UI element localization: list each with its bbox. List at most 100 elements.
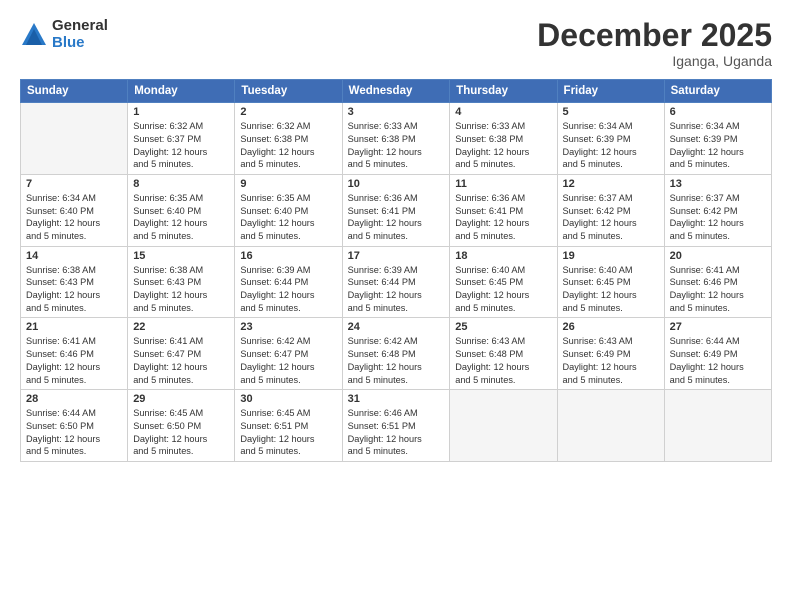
- calendar-header-wednesday: Wednesday: [342, 80, 450, 103]
- calendar-cell: 1 Sunrise: 6:32 AMSunset: 6:37 PMDaylight…: [128, 103, 235, 175]
- day-number: 25: [455, 321, 551, 333]
- calendar-cell: 16 Sunrise: 6:39 AMSunset: 6:44 PMDayligh…: [235, 246, 342, 318]
- calendar-cell: 31 Sunrise: 6:46 AMSunset: 6:51 PMDayligh…: [342, 390, 450, 462]
- day-info: Sunrise: 6:42 AMSunset: 6:48 PMDaylight:…: [348, 335, 445, 386]
- day-number: 23: [240, 321, 336, 333]
- day-number: 15: [133, 250, 229, 262]
- day-info: Sunrise: 6:39 AMSunset: 6:44 PMDaylight:…: [348, 264, 445, 315]
- day-number: 11: [455, 178, 551, 190]
- calendar-cell: 7 Sunrise: 6:34 AMSunset: 6:40 PMDaylight…: [21, 174, 128, 246]
- day-number: 31: [348, 393, 445, 405]
- calendar-cell: 14 Sunrise: 6:38 AMSunset: 6:43 PMDayligh…: [21, 246, 128, 318]
- day-number: 14: [26, 250, 122, 262]
- calendar-cell: 3Sunrise: 6:33 AMSunset: 6:38 PMDaylight…: [342, 103, 450, 175]
- day-info: Sunrise: 6:36 AMSunset: 6:41 PMDaylight:…: [455, 192, 551, 243]
- day-info: Sunrise: 6:37 AMSunset: 6:42 PMDaylight:…: [670, 192, 766, 243]
- day-info: Sunrise: 6:40 AMSunset: 6:45 PMDaylight:…: [455, 264, 551, 315]
- day-info: Sunrise: 6:39 AMSunset: 6:44 PMDaylight:…: [240, 264, 336, 315]
- day-info: Sunrise: 6:44 AMSunset: 6:50 PMDaylight:…: [26, 407, 122, 458]
- day-info: Sunrise: 6:41 AMSunset: 6:47 PMDaylight:…: [133, 335, 229, 386]
- day-number: 3: [348, 106, 445, 118]
- calendar-cell: 20 Sunrise: 6:41 AMSunset: 6:46 PMDayligh…: [664, 246, 771, 318]
- calendar-cell: 21Sunrise: 6:41 AMSunset: 6:46 PMDayligh…: [21, 318, 128, 390]
- day-info: Sunrise: 6:34 AMSunset: 6:40 PMDaylight:…: [26, 192, 122, 243]
- calendar-cell: 18 Sunrise: 6:40 AMSunset: 6:45 PMDayligh…: [450, 246, 557, 318]
- day-info: Sunrise: 6:32 AMSunset: 6:38 PMDaylight:…: [240, 120, 336, 171]
- day-info: Sunrise: 6:37 AMSunset: 6:42 PMDaylight:…: [563, 192, 659, 243]
- title-block: December 2025 Iganga, Uganda: [537, 18, 772, 69]
- logo-general: General: [52, 18, 108, 35]
- day-number: 29: [133, 393, 229, 405]
- day-info: Sunrise: 6:36 AMSunset: 6:41 PMDaylight:…: [348, 192, 445, 243]
- day-info: Sunrise: 6:34 AMSunset: 6:39 PMDaylight:…: [563, 120, 659, 171]
- calendar-week-4: 21Sunrise: 6:41 AMSunset: 6:46 PMDayligh…: [21, 318, 772, 390]
- day-number: 22: [133, 321, 229, 333]
- calendar-cell: 30Sunrise: 6:45 AMSunset: 6:51 PMDayligh…: [235, 390, 342, 462]
- day-number: 26: [563, 321, 659, 333]
- logo-icon: [20, 21, 48, 49]
- day-number: 6: [670, 106, 766, 118]
- day-number: 13: [670, 178, 766, 190]
- calendar-cell: 10Sunrise: 6:36 AMSunset: 6:41 PMDayligh…: [342, 174, 450, 246]
- calendar-header-row: SundayMondayTuesdayWednesdayThursdayFrid…: [21, 80, 772, 103]
- calendar-week-2: 7 Sunrise: 6:34 AMSunset: 6:40 PMDaylight…: [21, 174, 772, 246]
- day-number: 19: [563, 250, 659, 262]
- calendar-cell: 13 Sunrise: 6:37 AMSunset: 6:42 PMDayligh…: [664, 174, 771, 246]
- day-info: Sunrise: 6:35 AMSunset: 6:40 PMDaylight:…: [240, 192, 336, 243]
- day-number: 9: [240, 178, 336, 190]
- day-info: Sunrise: 6:34 AMSunset: 6:39 PMDaylight:…: [670, 120, 766, 171]
- calendar-cell: 6 Sunrise: 6:34 AMSunset: 6:39 PMDaylight…: [664, 103, 771, 175]
- day-info: Sunrise: 6:40 AMSunset: 6:45 PMDaylight:…: [563, 264, 659, 315]
- day-number: 28: [26, 393, 122, 405]
- day-info: Sunrise: 6:32 AMSunset: 6:37 PMDaylight:…: [133, 120, 229, 171]
- calendar-cell: 26 Sunrise: 6:43 AMSunset: 6:49 PMDayligh…: [557, 318, 664, 390]
- logo: General Blue: [20, 18, 108, 51]
- day-number: 24: [348, 321, 445, 333]
- calendar-header-friday: Friday: [557, 80, 664, 103]
- calendar-cell: 25 Sunrise: 6:43 AMSunset: 6:48 PMDayligh…: [450, 318, 557, 390]
- day-info: Sunrise: 6:41 AMSunset: 6:46 PMDaylight:…: [26, 335, 122, 386]
- day-number: 30: [240, 393, 336, 405]
- calendar-week-1: 1 Sunrise: 6:32 AMSunset: 6:37 PMDaylight…: [21, 103, 772, 175]
- day-number: 1: [133, 106, 229, 118]
- calendar-week-5: 28 Sunrise: 6:44 AMSunset: 6:50 PMDayligh…: [21, 390, 772, 462]
- calendar-header-monday: Monday: [128, 80, 235, 103]
- header: General Blue December 2025 Iganga, Ugand…: [20, 18, 772, 69]
- logo-text: General Blue: [52, 18, 108, 51]
- calendar-header-saturday: Saturday: [664, 80, 771, 103]
- day-number: 7: [26, 178, 122, 190]
- day-info: Sunrise: 6:43 AMSunset: 6:49 PMDaylight:…: [563, 335, 659, 386]
- day-info: Sunrise: 6:38 AMSunset: 6:43 PMDaylight:…: [26, 264, 122, 315]
- calendar-cell: 8 Sunrise: 6:35 AMSunset: 6:40 PMDaylight…: [128, 174, 235, 246]
- day-number: 4: [455, 106, 551, 118]
- calendar-cell: 17 Sunrise: 6:39 AMSunset: 6:44 PMDayligh…: [342, 246, 450, 318]
- calendar-cell: 12Sunrise: 6:37 AMSunset: 6:42 PMDayligh…: [557, 174, 664, 246]
- day-number: 17: [348, 250, 445, 262]
- day-info: Sunrise: 6:43 AMSunset: 6:48 PMDaylight:…: [455, 335, 551, 386]
- calendar-cell: 27Sunrise: 6:44 AMSunset: 6:49 PMDayligh…: [664, 318, 771, 390]
- calendar-cell: 5 Sunrise: 6:34 AMSunset: 6:39 PMDaylight…: [557, 103, 664, 175]
- calendar-cell: 4 Sunrise: 6:33 AMSunset: 6:38 PMDaylight…: [450, 103, 557, 175]
- day-info: Sunrise: 6:33 AMSunset: 6:38 PMDaylight:…: [455, 120, 551, 171]
- day-number: 18: [455, 250, 551, 262]
- day-number: 27: [670, 321, 766, 333]
- day-info: Sunrise: 6:35 AMSunset: 6:40 PMDaylight:…: [133, 192, 229, 243]
- day-number: 8: [133, 178, 229, 190]
- calendar-header-sunday: Sunday: [21, 80, 128, 103]
- calendar-cell: 24 Sunrise: 6:42 AMSunset: 6:48 PMDayligh…: [342, 318, 450, 390]
- day-info: Sunrise: 6:45 AMSunset: 6:50 PMDaylight:…: [133, 407, 229, 458]
- calendar-header-thursday: Thursday: [450, 80, 557, 103]
- day-info: Sunrise: 6:38 AMSunset: 6:43 PMDaylight:…: [133, 264, 229, 315]
- subtitle: Iganga, Uganda: [537, 53, 772, 69]
- day-number: 20: [670, 250, 766, 262]
- day-info: Sunrise: 6:46 AMSunset: 6:51 PMDaylight:…: [348, 407, 445, 458]
- day-number: 5: [563, 106, 659, 118]
- day-number: 16: [240, 250, 336, 262]
- day-number: 2: [240, 106, 336, 118]
- calendar-cell: 29 Sunrise: 6:45 AMSunset: 6:50 PMDayligh…: [128, 390, 235, 462]
- calendar-cell: 22 Sunrise: 6:41 AMSunset: 6:47 PMDayligh…: [128, 318, 235, 390]
- calendar-cell: 19 Sunrise: 6:40 AMSunset: 6:45 PMDayligh…: [557, 246, 664, 318]
- calendar-header-tuesday: Tuesday: [235, 80, 342, 103]
- page: General Blue December 2025 Iganga, Ugand…: [0, 0, 792, 612]
- day-info: Sunrise: 6:41 AMSunset: 6:46 PMDaylight:…: [670, 264, 766, 315]
